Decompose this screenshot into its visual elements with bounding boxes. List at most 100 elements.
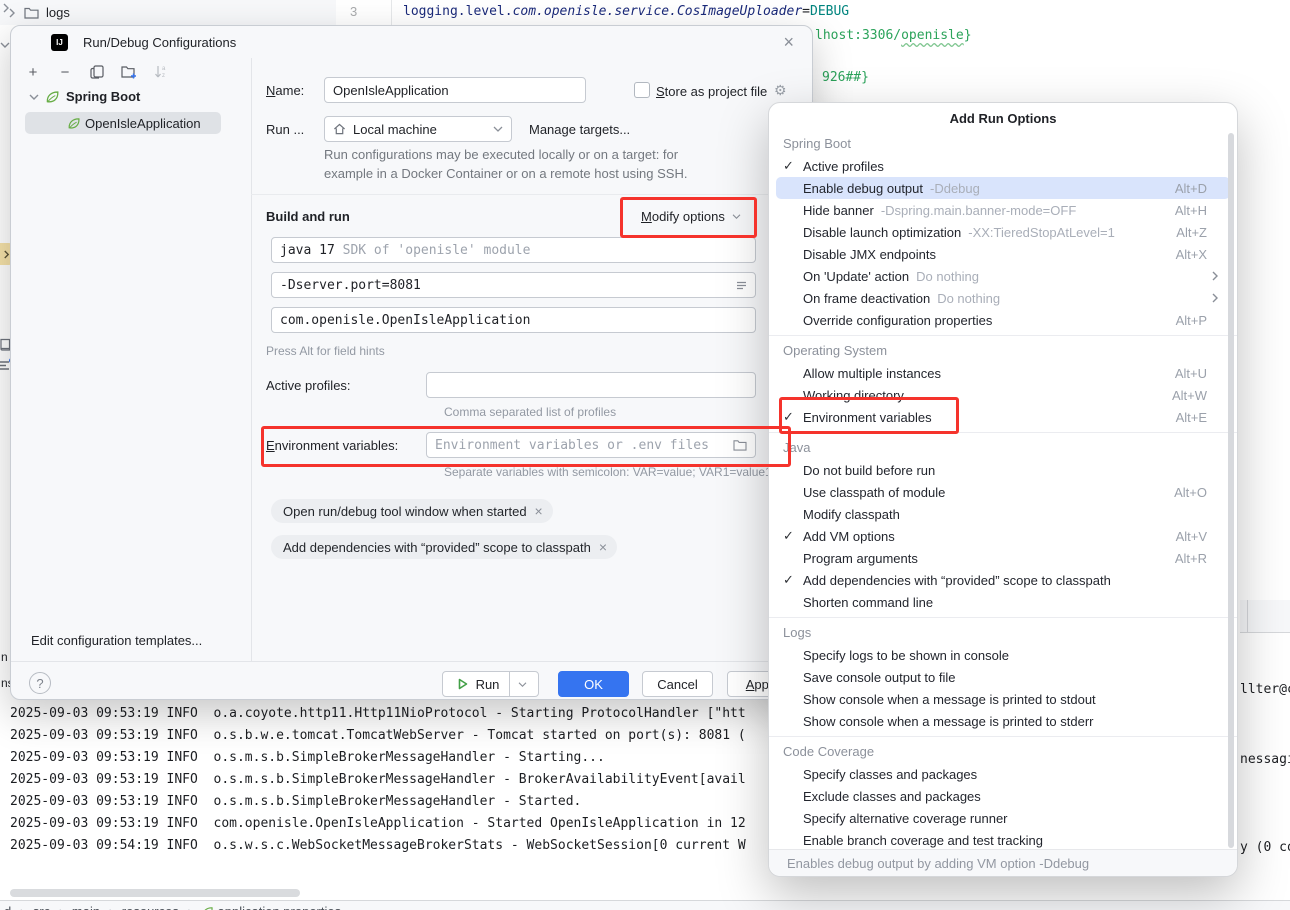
manage-targets-link[interactable]: Manage targets... [529,122,630,137]
menu-item-environment-variables[interactable]: ✓Environment variablesAlt+E [776,406,1230,428]
menu-item-on-update-action[interactable]: On 'Update' actionDo nothing [776,265,1230,287]
menu-item-use-classpath-of-module[interactable]: Use classpath of moduleAlt+O [776,481,1230,503]
menu-item-show-console-when-a-message-is-printed-to-stdout[interactable]: Show console when a message is printed t… [776,688,1230,710]
help-button[interactable]: ? [29,672,51,694]
tree-group-label: Spring Boot [66,89,140,104]
menu-item-disable-launch-optimization[interactable]: Disable launch optimization-XX:TieredSto… [776,221,1230,243]
chip-remove-icon[interactable]: × [535,503,543,519]
horizontal-scrollbar-thumb[interactable] [10,889,300,897]
remove-icon[interactable]: − [57,64,73,80]
menu-item-on-frame-deactivation[interactable]: On frame deactivationDo nothing [776,287,1230,309]
name-input[interactable] [324,77,586,103]
menu-item-save-console-output-to-file[interactable]: Save console output to file [776,666,1230,688]
chevron-down-icon[interactable] [29,93,39,101]
breadcrumb-item-application-properties[interactable]: application.properties [201,904,342,910]
menu-item-exclude-classes-and-packages[interactable]: Exclude classes and packages [776,785,1230,807]
tree-item-label: OpenIsleApplication [85,116,201,131]
menu-item-do-not-build-before-run[interactable]: Do not build before run [776,459,1230,481]
close-icon[interactable]: × [783,32,794,53]
menu-item-working-directory[interactable]: Working directoryAlt+W [776,384,1230,406]
menu-item-label: Show console when a message is printed t… [803,692,1096,707]
copy-icon[interactable] [89,64,105,80]
breadcrumb-item-resources[interactable]: resources [122,904,179,910]
chip-remove-icon[interactable]: × [599,539,607,555]
store-as-project-file-checkbox[interactable] [634,82,650,98]
menu-item-allow-multiple-instances[interactable]: Allow multiple instancesAlt+U [776,362,1230,384]
tree-node-spring-boot[interactable]: Spring Boot [29,89,140,104]
console-line: 2025-09-03 09:53:19 INFO o.s.m.s.b.Simpl… [10,747,746,769]
chevron-down-icon[interactable] [518,681,527,688]
active-profiles-input[interactable] [426,372,756,398]
menu-item-active-profiles[interactable]: ✓Active profiles [776,155,1230,177]
run-target-select[interactable]: Local machine [324,116,512,142]
checkmark-icon: ✓ [783,158,803,174]
new-folder-icon[interactable] [121,64,137,80]
breadcrumb-item-src[interactable]: src [33,904,50,910]
code-key-italic: com.openisle.service.CosImageUploader [513,4,803,19]
sort-alphabetically-icon[interactable]: az [153,64,169,80]
toolwindow-label-fragment: n [1,650,8,664]
vm-options-field[interactable]: -Dserver.port=8081 [271,272,756,298]
menu-item-label: Exclude classes and packages [803,789,981,804]
add-run-options-popup: Add Run Options Spring Boot✓Active profi… [768,102,1238,877]
menu-item-label: Specify logs to be shown in console [803,648,1009,663]
menu-item-add-dependencies-with-provided-scope-to-classpath[interactable]: ✓Add dependencies with “provided” scope … [776,569,1230,591]
configurations-toolbar: + − az [25,64,169,80]
tree-item-openisleapplication[interactable]: OpenIsleApplication [25,112,221,134]
main-class-field[interactable]: com.openisle.OpenIsleApplication [271,307,756,333]
menu-item-add-vm-options[interactable]: ✓Add VM optionsAlt+V [776,525,1230,547]
environment-variables-input[interactable]: Environment variables or .env files [426,432,756,458]
breadcrumb: d›src›main›resources›application.propert… [0,901,1290,910]
jre-field[interactable]: java 17 SDK of 'openisle' module [271,237,756,263]
gear-icon[interactable]: ⚙ [774,82,787,99]
menu-item-label: Environment variables [803,410,932,425]
expand-lines-icon[interactable] [736,280,747,291]
button-separator [509,672,510,696]
menu-item-disable-jmx-endpoints[interactable]: Disable JMX endpointsAlt+X [776,243,1230,265]
tree-item-logs[interactable]: logs [46,5,70,20]
chevron-down-icon[interactable] [0,41,10,49]
section-divider [251,194,813,195]
menu-item-specify-alternative-coverage-runner[interactable]: Specify alternative coverage runner [776,807,1230,829]
menu-item-specify-logs-to-be-shown-in-console[interactable]: Specify logs to be shown in console [776,644,1230,666]
menu-item-hide-banner[interactable]: Hide banner-Dspring.main.banner-mode=OFF… [776,199,1230,221]
project-panel-topbar: logs [0,0,336,25]
environment-variables-label: Environment variables: [266,438,398,453]
edit-configuration-templates-link[interactable]: Edit configuration templates... [31,633,202,648]
menu-item-program-arguments[interactable]: Program argumentsAlt+R [776,547,1230,569]
folder-icon[interactable] [733,439,747,451]
breadcrumb-item-main[interactable]: main [72,904,100,910]
console-line-fragment: nessagi [1240,752,1290,767]
menu-item-label: On frame deactivation [803,291,930,306]
modify-options-link[interactable]: Modify options [641,209,741,224]
menu-item-label: Specify alternative coverage runner [803,811,1008,826]
add-icon[interactable]: + [25,64,41,80]
code-value: DEBUG [810,4,849,19]
menu-item-modify-classpath[interactable]: Modify classpath [776,503,1230,525]
menu-section-spring-boot: Spring Boot [769,133,1237,155]
menu-item-override-configuration-properties[interactable]: Override configuration propertiesAlt+P [776,309,1230,331]
option-chip-open-run-debug-tool-window-whe: Open run/debug tool window when started× [271,499,553,523]
menu-item-enable-branch-coverage-and-test-tracking[interactable]: Enable branch coverage and test tracking [776,829,1230,851]
popup-scrollbar-thumb[interactable] [1228,133,1234,848]
breadcrumb-bar: d›src›main›resources›application.propert… [0,900,1290,910]
active-profiles-hint: Comma separated list of profiles [444,405,616,419]
console-line: 2025-09-03 09:53:19 INFO o.s.m.s.b.Simpl… [10,791,746,813]
menu-item-enable-debug-output[interactable]: Enable debug output-DdebugAlt+D [776,177,1230,199]
chevron-right-icon[interactable] [2,3,10,13]
breadcrumb-item-d[interactable]: d [4,904,11,910]
menu-item-label: Enable debug output [803,181,923,196]
menu-item-specify-classes-and-packages[interactable]: Specify classes and packages [776,763,1230,785]
menu-item-label: Specify classes and packages [803,767,977,782]
jre-hint: SDK of 'openisle' module [335,243,531,258]
run-button-label: Run [476,677,500,692]
cancel-button[interactable]: Cancel [642,671,713,697]
console-line: 2025-09-03 09:54:19 INFO o.s.w.s.c.WebSo… [10,835,746,857]
panel-edge-line [1247,600,1248,633]
ok-button[interactable]: OK [558,671,629,697]
menu-item-shortcut: Alt+O [1174,485,1207,500]
menu-item-shortcut: Alt+D [1175,181,1207,196]
run-button[interactable]: Run [442,671,539,697]
menu-item-shorten-command-line[interactable]: Shorten command line [776,591,1230,613]
menu-item-show-console-when-a-message-is-printed-to-stderr[interactable]: Show console when a message is printed t… [776,710,1230,732]
